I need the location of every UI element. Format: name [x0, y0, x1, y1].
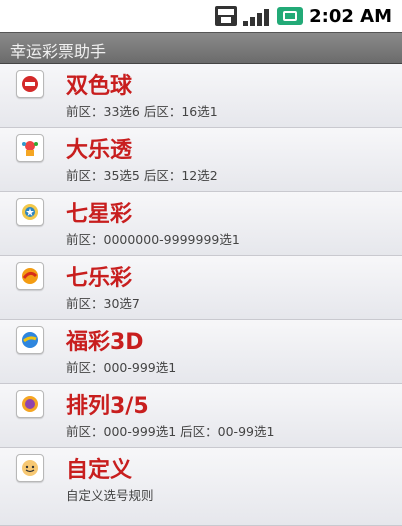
- list-item-daletou[interactable]: 大乐透 前区：35选5 后区：12选2: [0, 128, 402, 192]
- list-item-qixingcai[interactable]: 七星彩 前区：0000000-9999999选1: [0, 192, 402, 256]
- item-desc: 前区：000-999选1 后区：00-99选1: [66, 424, 275, 439]
- custom-face-icon: [16, 454, 44, 482]
- item-title: 双色球: [66, 74, 133, 99]
- item-title: 七乐彩: [66, 266, 133, 291]
- item-desc: 前区：000-999选1: [66, 360, 177, 375]
- list-item-pailie[interactable]: 排列3/5 前区：000-999选1 后区：00-99选1: [0, 384, 402, 448]
- star-badge-icon: [16, 198, 44, 226]
- red-ball-icon: [16, 70, 44, 98]
- battery-icon: [277, 7, 304, 25]
- list-item-shuangseqiu[interactable]: 双色球 前区：33选6 后区：16选1: [0, 64, 402, 128]
- item-title: 福彩3D: [66, 330, 144, 355]
- item-title: 七星彩: [66, 202, 133, 227]
- status-icons: 2:02 AM: [215, 4, 392, 28]
- item-title: 大乐透: [66, 138, 133, 163]
- list-item-fucai3d[interactable]: 福彩3D 前区：000-999选1: [0, 320, 402, 384]
- list-item-custom[interactable]: 自定义 自定义选号规则: [0, 448, 402, 526]
- item-desc: 前区：35选5 后区：12选2: [66, 168, 218, 183]
- lottery-figure-icon: [16, 134, 44, 162]
- app-title: 幸运彩票助手: [10, 42, 107, 61]
- purple-ball-icon: [16, 390, 44, 418]
- blue-orb-icon: [16, 326, 44, 354]
- item-title: 排列3/5: [66, 394, 149, 419]
- status-clock: 2:02 AM: [309, 5, 392, 27]
- orange-ball-icon: [16, 262, 44, 290]
- item-desc: 前区：33选6 后区：16选1: [66, 104, 218, 119]
- item-desc: 自定义选号规则: [66, 488, 154, 503]
- item-title: 自定义: [66, 458, 133, 483]
- status-bar: 2:02 AM: [0, 0, 402, 32]
- app-titlebar: 幸运彩票助手: [0, 32, 402, 64]
- signal-icon: [243, 6, 271, 26]
- list-item-qilecai[interactable]: 七乐彩 前区：30选7: [0, 256, 402, 320]
- item-desc: 前区：0000000-9999999选1: [66, 232, 240, 247]
- 3g-icon: [215, 6, 238, 26]
- item-desc: 前区：30选7: [66, 296, 140, 311]
- lottery-list: 双色球 前区：33选6 后区：16选1 大乐透 前区：35选5 后区：12选2 …: [0, 64, 402, 526]
